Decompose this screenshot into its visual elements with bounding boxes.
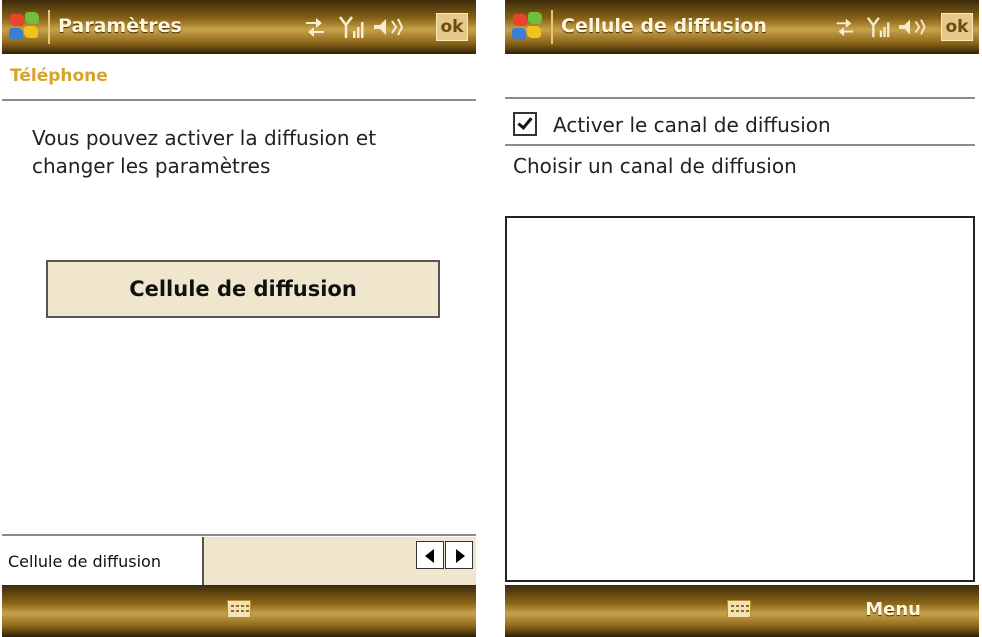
enable-channel-label[interactable]: Activer le canal de diffusion — [553, 113, 831, 137]
field-label: Cellule de diffusion — [8, 552, 161, 571]
arrow-left-icon — [425, 549, 434, 563]
divider — [2, 99, 476, 101]
divider — [505, 97, 975, 99]
connectivity-arrows-icon — [836, 18, 854, 37]
signal-strength-icon — [866, 17, 890, 38]
connectivity-arrows-icon — [306, 18, 324, 37]
section-header: Téléphone — [10, 66, 108, 86]
description-text: Vous pouvez activer la diffusion et chan… — [32, 126, 377, 178]
arrow-right-icon — [456, 549, 465, 563]
channel-list[interactable] — [505, 216, 975, 582]
enable-channel-checkbox[interactable] — [513, 112, 537, 136]
windows-start-icon[interactable] — [8, 12, 42, 42]
ok-button[interactable]: ok — [436, 13, 468, 41]
divider — [2, 534, 476, 536]
softkey-bar: Menu — [505, 585, 979, 637]
divider — [505, 144, 975, 146]
checkmark-icon — [517, 114, 533, 130]
page-title: Cellule de diffusion — [561, 15, 767, 37]
keyboard-icon[interactable] — [727, 600, 751, 618]
signal-strength-icon — [339, 16, 364, 38]
title-separator — [551, 10, 553, 44]
scroll-right-button[interactable] — [445, 541, 473, 569]
keyboard-icon[interactable] — [227, 600, 251, 618]
cell-broadcast-screen: Cellule de diffusion ok Activer le canal… — [505, 0, 979, 637]
menu-softkey[interactable]: Menu — [865, 599, 921, 620]
softkey-bar — [2, 585, 476, 637]
scroll-left-button[interactable] — [416, 541, 444, 569]
windows-start-icon[interactable] — [511, 12, 545, 42]
title-separator — [48, 10, 50, 44]
page-title: Paramètres — [58, 15, 182, 37]
title-bar: Paramètres ok — [2, 0, 476, 54]
ok-button[interactable]: ok — [941, 13, 973, 41]
speaker-icon — [374, 18, 404, 36]
speaker-icon — [899, 19, 926, 35]
cell-broadcast-button[interactable]: Cellule de diffusion — [46, 260, 440, 318]
title-bar: Cellule de diffusion ok — [505, 0, 979, 54]
choose-channel-label: Choisir un canal de diffusion — [513, 154, 797, 178]
status-icons — [306, 16, 404, 38]
status-icons — [836, 17, 926, 38]
settings-phone-screen: Paramètres ok Téléphone Vous pouvez acti… — [2, 0, 476, 637]
